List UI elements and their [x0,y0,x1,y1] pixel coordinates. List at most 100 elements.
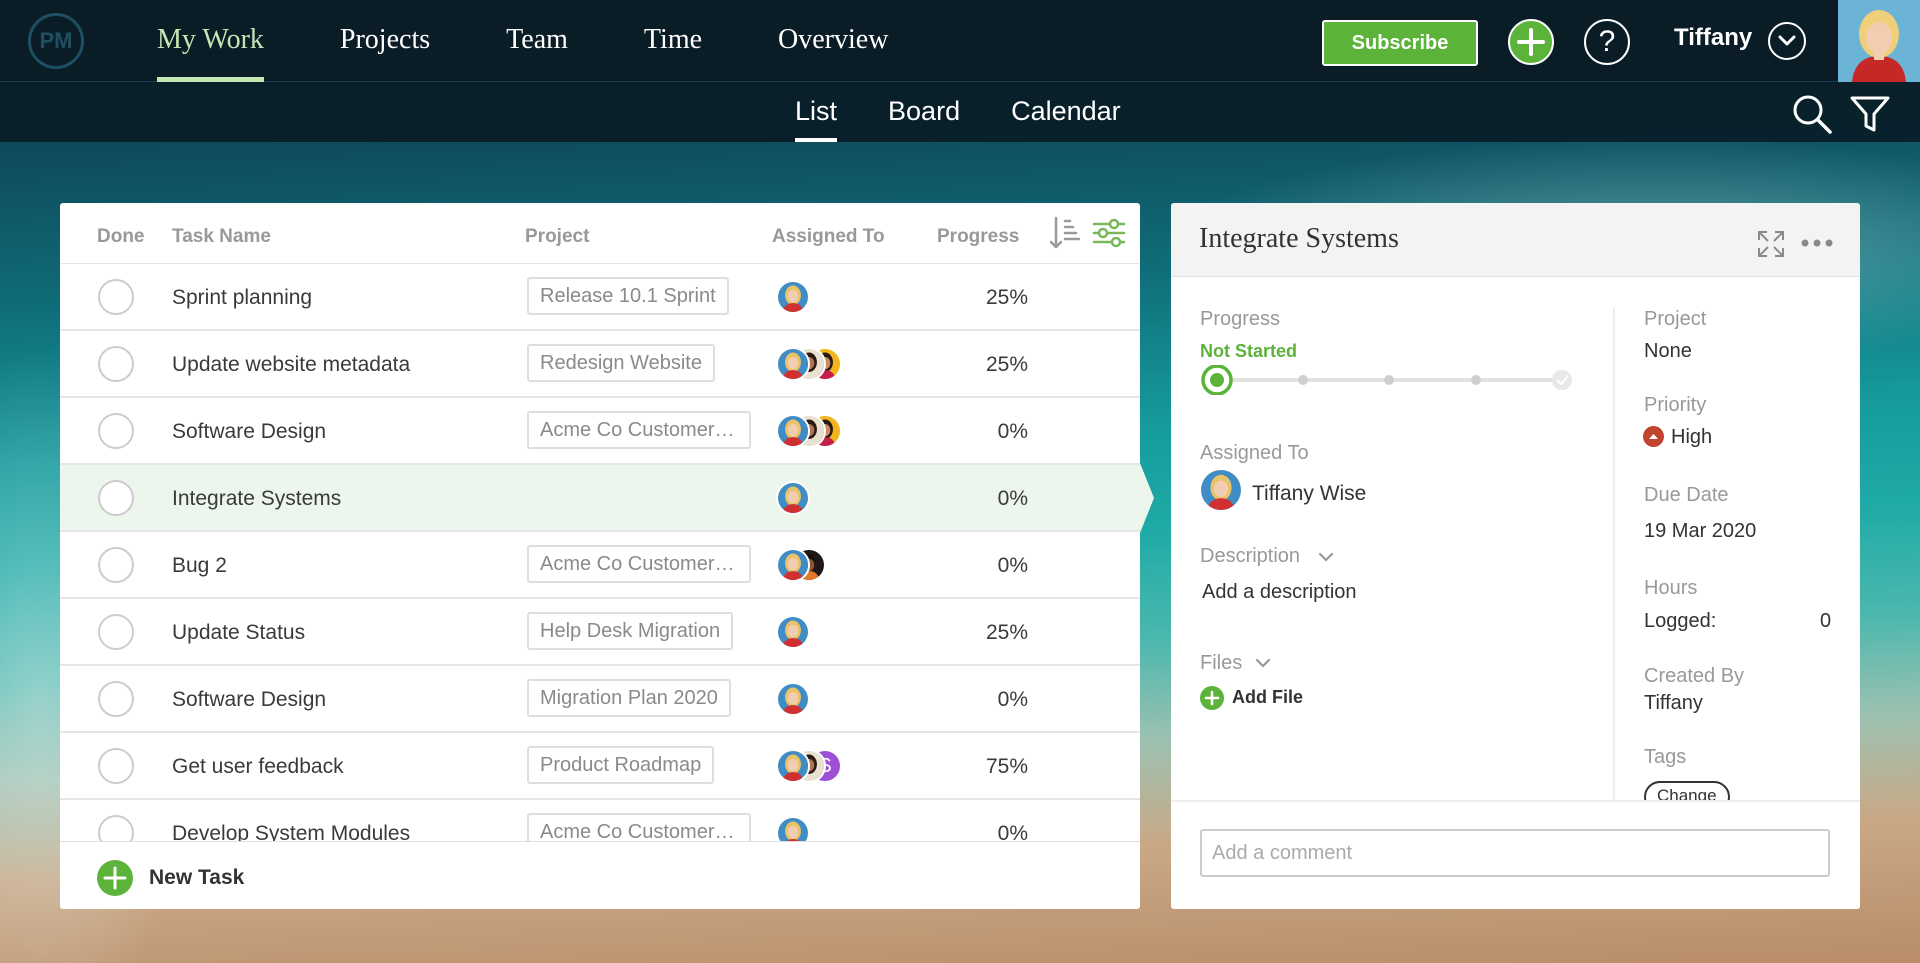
priority-label: Priority [1644,394,1707,416]
table-row[interactable]: Sprint planning Release 10.1 Sprint 25% [60,264,1140,331]
table-row[interactable]: Update Status Help Desk Migration 25% [60,599,1140,666]
task-list-panel: Done Task Name Project Assigned To Progr… [60,203,1140,909]
table-row[interactable]: Bug 2 Acme Co Customer Portal 0% [60,532,1140,599]
column-settings-icon[interactable] [1092,215,1126,251]
task-name[interactable]: Software Design [172,688,326,712]
task-progress: 25% [985,286,1028,309]
task-name[interactable]: Bug 2 [172,554,227,578]
project-chip[interactable]: Help Desk Migration [527,612,734,650]
search-icon[interactable] [1790,92,1834,136]
task-name[interactable]: Sprint planning [172,286,312,310]
column-assigned-to[interactable]: Assigned To [772,226,885,248]
project-chip[interactable]: Acme Co Customer Portal [527,545,751,583]
progress-stepper[interactable] [1199,364,1577,396]
main-nav: My Work Projects Team Time Overview [157,0,964,82]
logged-label: Logged: [1644,610,1717,632]
avatar [776,816,810,844]
subscribe-button[interactable]: Subscribe [1322,20,1478,66]
nav-my-work[interactable]: My Work [157,0,264,82]
detail-title[interactable]: Integrate Systems [1199,223,1399,255]
avatar [776,280,810,314]
sort-icon[interactable] [1048,215,1081,251]
done-checkbox[interactable] [98,614,134,650]
tab-board[interactable]: Board [888,82,960,142]
project-label: Project [1644,308,1707,330]
more-icon[interactable] [1797,231,1837,255]
task-name[interactable]: Get user feedback [172,755,344,779]
task-name[interactable]: Software Design [172,420,326,444]
task-progress: 75% [985,755,1028,778]
done-checkbox[interactable] [98,480,134,516]
logo-icon[interactable]: PM [28,13,84,69]
expand-icon[interactable] [1756,229,1786,259]
table-row[interactable]: Get user feedback Product Roadmap S 75% [60,733,1140,800]
done-checkbox[interactable] [98,346,134,382]
column-done[interactable]: Done [97,226,145,248]
user-name[interactable]: Tiffany [1674,24,1752,52]
avatar[interactable] [1838,0,1920,82]
status-text: Not Started [1200,341,1298,361]
project-chip[interactable]: Migration Plan 2020 [527,679,731,717]
priority-up-icon [1643,426,1664,447]
priority-value[interactable]: High [1671,426,1712,449]
plus-circle-icon[interactable] [1508,19,1554,65]
list-footer: New Task [60,841,1140,909]
task-progress: 0% [997,688,1028,711]
comment-input[interactable] [1200,829,1830,877]
tab-list[interactable]: List [795,82,838,142]
assignee-name[interactable]: Tiffany Wise [1252,482,1366,506]
nav-overview[interactable]: Overview [778,0,888,82]
project-value[interactable]: None [1644,340,1692,363]
nav-projects[interactable]: Projects [340,0,430,82]
table-row[interactable]: Develop System Modules Acme Co Customer … [60,800,1140,844]
description-field[interactable]: Add a description [1202,581,1357,604]
avatar [776,749,810,783]
logged-value[interactable]: 0 [1820,610,1831,633]
done-checkbox[interactable] [98,413,134,449]
task-progress: 0% [997,487,1028,510]
created-by-value: Tiffany [1644,692,1703,714]
files-label[interactable]: Files [1200,652,1242,675]
due-date-value[interactable]: 19 Mar 2020 [1644,520,1756,543]
table-row[interactable]: Integrate Systems 0% [60,465,1140,532]
done-checkbox[interactable] [98,815,134,844]
project-chip[interactable]: Product Roadmap [527,746,715,784]
plus-circle-icon[interactable] [97,860,133,896]
nav-time[interactable]: Time [644,0,702,82]
avatar [776,548,810,582]
avatar[interactable] [1201,470,1241,510]
task-name[interactable]: Integrate Systems [172,487,341,511]
add-file-icon[interactable] [1200,686,1224,710]
progress-label: Progress [1200,308,1281,330]
table-row[interactable]: Software Design Acme Co Customer Portal … [60,398,1140,465]
chevron-down-icon[interactable] [1252,652,1274,674]
tab-calendar[interactable]: Calendar [1011,82,1121,142]
table-row[interactable]: Software Design Migration Plan 2020 0% [60,666,1140,733]
column-project[interactable]: Project [525,226,589,248]
project-chip[interactable]: Redesign Website [527,344,715,382]
task-name[interactable]: Update Status [172,621,305,645]
project-chip[interactable]: Acme Co Customer Portal [527,813,751,844]
done-checkbox[interactable] [98,748,134,784]
table-row[interactable]: Update website metadata Redesign Website… [60,331,1140,398]
column-progress[interactable]: Progress [937,226,1019,248]
filter-icon[interactable] [1848,92,1892,136]
new-task-button[interactable]: New Task [149,866,244,890]
chevron-down-icon[interactable] [1768,22,1806,60]
task-name[interactable]: Update website metadata [172,353,410,377]
hours-label: Hours [1644,577,1698,599]
chevron-down-icon[interactable] [1315,546,1337,568]
column-task-name[interactable]: Task Name [172,226,271,248]
avatar [776,615,810,649]
done-checkbox[interactable] [98,547,134,583]
done-checkbox[interactable] [98,681,134,717]
add-file-button[interactable]: Add File [1232,687,1303,708]
done-checkbox[interactable] [98,279,134,315]
project-chip[interactable]: Release 10.1 Sprint [527,277,729,315]
nav-team[interactable]: Team [506,0,568,82]
project-chip[interactable]: Acme Co Customer Portal [527,411,751,449]
help-icon[interactable]: ? [1584,19,1630,65]
view-tabs: List Board Calendar [795,82,1172,142]
description-label[interactable]: Description [1200,545,1300,568]
selection-pointer [1140,463,1154,533]
